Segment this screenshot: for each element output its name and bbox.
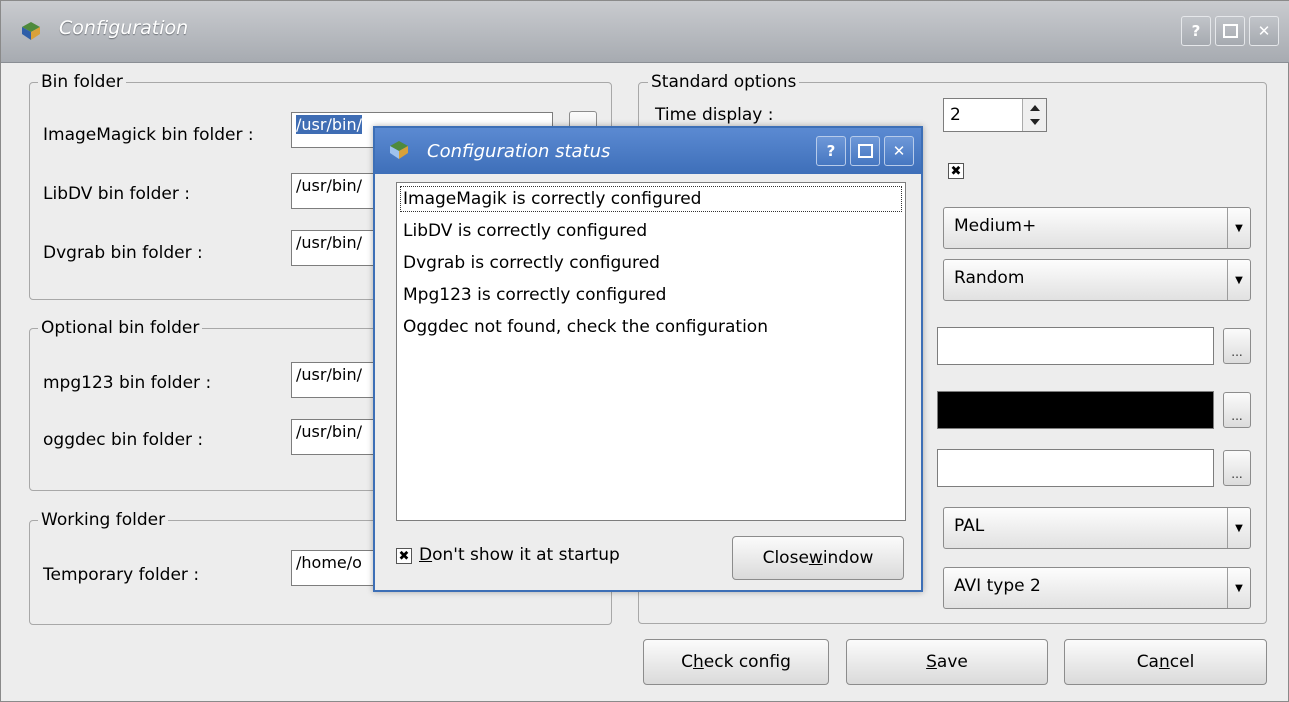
avi-type-combo[interactable]: AVI type 2 ▼ [943, 567, 1251, 609]
maximize-icon [1222, 24, 1238, 38]
help-button[interactable]: ? [1181, 16, 1211, 46]
option-checkbox[interactable]: ✖ [948, 163, 964, 179]
save-button[interactable]: Save [846, 639, 1048, 685]
time-display-label: Time display : [655, 105, 774, 125]
time-display-spinbox[interactable]: 2 [943, 98, 1047, 132]
help-icon: ? [826, 142, 836, 160]
option-input-3[interactable] [937, 449, 1214, 487]
quality-combo[interactable]: Medium+ ▼ [943, 207, 1251, 249]
temporary-folder-label: Temporary folder : [43, 565, 200, 585]
browse-button-1[interactable]: ... [1223, 328, 1251, 364]
status-item[interactable]: Dvgrab is correctly configured [397, 247, 905, 279]
close-icon: ✕ [892, 142, 906, 160]
optional-bin-folder-title: Optional bin folder [38, 318, 203, 338]
bin-folder-title: Bin folder [38, 72, 126, 92]
video-format-combo-value: PAL [954, 516, 985, 536]
chevron-down-icon: ▼ [1227, 208, 1250, 248]
configuration-status-dialog: Configuration status ? ✕ ImageMagik is c… [373, 126, 923, 592]
oggdec-label: oggdec bin folder : [43, 430, 204, 450]
video-format-combo[interactable]: PAL ▼ [943, 507, 1251, 549]
status-item[interactable]: Mpg123 is correctly configured [397, 279, 905, 311]
help-icon: ? [1191, 22, 1201, 40]
working-folder-title: Working folder [38, 510, 169, 530]
chevron-down-icon: ▼ [1227, 508, 1250, 548]
quality-combo-value: Medium+ [954, 216, 1037, 236]
status-item[interactable]: LibDV is correctly configured [397, 215, 905, 247]
order-combo[interactable]: Random ▼ [943, 259, 1251, 301]
dvgrab-label: Dvgrab bin folder : [43, 243, 203, 263]
dont-show-label[interactable]: Don't show it at startup [419, 545, 620, 565]
status-item[interactable]: ImageMagik is correctly configured [399, 185, 903, 213]
maximize-icon [857, 144, 873, 158]
check-config-button[interactable]: Ch eck config [643, 639, 829, 685]
dialog-maximize-button[interactable] [850, 136, 880, 166]
close-icon: ✕ [1257, 22, 1271, 40]
chevron-down-icon: ▼ [1227, 260, 1250, 300]
avi-type-combo-value: AVI type 2 [954, 576, 1041, 596]
status-list[interactable]: ImageMagik is correctly configured LibDV… [396, 182, 906, 521]
standard-options-title: Standard options [648, 72, 800, 92]
maximize-button[interactable] [1215, 16, 1245, 46]
spin-buttons[interactable] [1022, 99, 1046, 131]
dialog-title-bar[interactable]: Configuration status ? ✕ [375, 128, 921, 174]
spin-up-icon[interactable] [1030, 105, 1040, 111]
close-button[interactable]: ✕ [1249, 16, 1279, 46]
dialog-title: Configuration status [427, 141, 611, 162]
imagemagick-label: ImageMagick bin folder : [43, 125, 254, 145]
mpg123-label: mpg123 bin folder : [43, 373, 212, 393]
time-display-value: 2 [950, 105, 961, 125]
libdv-label: LibDV bin folder : [43, 184, 190, 204]
status-item[interactable]: Oggdec not found, check the configuratio… [397, 311, 905, 343]
window-title: Configuration [59, 17, 189, 39]
spin-down-icon[interactable] [1030, 119, 1040, 125]
dialog-close-button[interactable]: ✕ [884, 136, 914, 166]
dialog-help-button[interactable]: ? [816, 136, 846, 166]
app-icon [390, 141, 408, 159]
title-bar[interactable]: Configuration ? ✕ [1, 1, 1289, 63]
color-field[interactable] [937, 391, 1214, 429]
cancel-button[interactable]: Ca n cel [1064, 639, 1267, 685]
close-window-button[interactable]: Close w indow [732, 536, 904, 580]
browse-button-2[interactable]: ... [1223, 392, 1251, 428]
option-input-1[interactable] [937, 327, 1214, 365]
chevron-down-icon: ▼ [1227, 568, 1250, 608]
dont-show-checkbox[interactable]: ✖ [396, 548, 412, 564]
app-icon [22, 22, 40, 40]
browse-button-3[interactable]: ... [1223, 450, 1251, 486]
order-combo-value: Random [954, 268, 1025, 288]
